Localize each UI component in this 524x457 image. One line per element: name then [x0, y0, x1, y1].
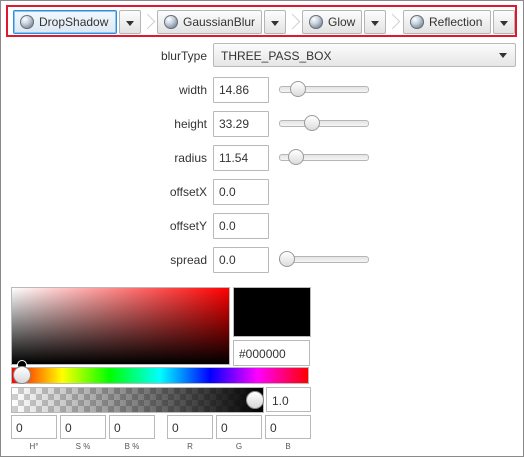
radius-field[interactable]: 11.54 — [213, 145, 269, 171]
spread-field[interactable]: 0.0 — [213, 247, 269, 273]
green-field[interactable]: 0 — [216, 415, 262, 439]
crumb-glow[interactable]: Glow — [302, 10, 362, 34]
reflection-menu-button[interactable] — [493, 10, 515, 34]
spread-slider[interactable] — [279, 251, 369, 267]
crumb-label: Glow — [328, 15, 356, 29]
hex-color-field[interactable]: #000000 — [233, 340, 310, 366]
blurtype-select[interactable]: THREE_PASS_BOX — [213, 43, 516, 67]
hue-slider-thumb[interactable] — [13, 366, 31, 384]
width-slider[interactable] — [279, 81, 369, 97]
spread-slider-thumb[interactable] — [279, 251, 295, 267]
height-slider[interactable] — [279, 115, 369, 131]
crumb-label: DropShadow — [39, 15, 109, 29]
crumb-gaussianblur[interactable]: GaussianBlur — [157, 10, 262, 34]
red-field-label: R — [187, 442, 193, 451]
opacity-slider[interactable] — [11, 387, 264, 413]
saturation-field-label: S % — [75, 442, 91, 451]
crumb-label: GaussianBlur — [183, 15, 256, 29]
effect-orb-icon — [20, 15, 34, 29]
height-label: height — [174, 117, 207, 131]
effect-breadcrumb: DropShadow GaussianBlur Glow Reflection — [6, 5, 517, 37]
red-field[interactable]: 0 — [167, 415, 213, 439]
effect-orb-icon — [309, 15, 323, 29]
effect-orb-icon — [410, 15, 424, 29]
glow-menu-button[interactable] — [364, 10, 386, 34]
radius-label: radius — [174, 151, 207, 165]
blurtype-label: blurType — [160, 49, 207, 63]
crumb-reflection[interactable]: Reflection — [403, 10, 491, 34]
saturation-brightness-area[interactable] — [11, 287, 230, 370]
radius-slider-thumb[interactable] — [287, 149, 304, 165]
hue-field[interactable]: 0 — [11, 415, 57, 439]
crumb-dropshadow[interactable]: DropShadow — [13, 10, 117, 34]
height-field[interactable]: 33.29 — [213, 111, 269, 137]
effect-orb-icon — [164, 15, 178, 29]
effects-panel: DropShadow GaussianBlur Glow Reflection … — [0, 0, 524, 457]
width-slider-thumb[interactable] — [290, 81, 307, 97]
blue-field[interactable]: 0 — [265, 415, 311, 439]
opacity-field[interactable]: 1.0 — [266, 387, 311, 412]
height-slider-thumb[interactable] — [303, 115, 320, 131]
blue-field-label: B — [285, 442, 291, 451]
hue-field-label: H° — [29, 442, 39, 451]
opacity-slider-thumb[interactable] — [246, 391, 264, 409]
saturation-field[interactable]: 0 — [60, 415, 106, 439]
brightness-field[interactable]: 0 — [109, 415, 155, 439]
offsetx-field[interactable]: 0.0 — [213, 179, 269, 205]
width-field[interactable]: 14.86 — [213, 77, 269, 103]
color-preview-swatch — [233, 287, 311, 337]
radius-slider[interactable] — [279, 149, 369, 165]
chevron-right-icon — [391, 13, 403, 31]
width-label: width — [178, 83, 207, 97]
offsetx-label: offsetX — [169, 185, 207, 199]
blurtype-value: THREE_PASS_BOX — [221, 49, 332, 63]
spread-label: spread — [170, 253, 207, 267]
crumb-label: Reflection — [429, 15, 483, 29]
dropshadow-menu-button[interactable] — [119, 10, 141, 34]
offsety-label: offsetY — [169, 219, 207, 233]
hue-slider[interactable] — [11, 366, 309, 384]
offsety-field[interactable]: 0.0 — [213, 213, 269, 239]
brightness-field-label: B % — [124, 442, 140, 451]
gaussianblur-menu-button[interactable] — [264, 10, 286, 34]
green-field-label: G — [235, 442, 243, 451]
